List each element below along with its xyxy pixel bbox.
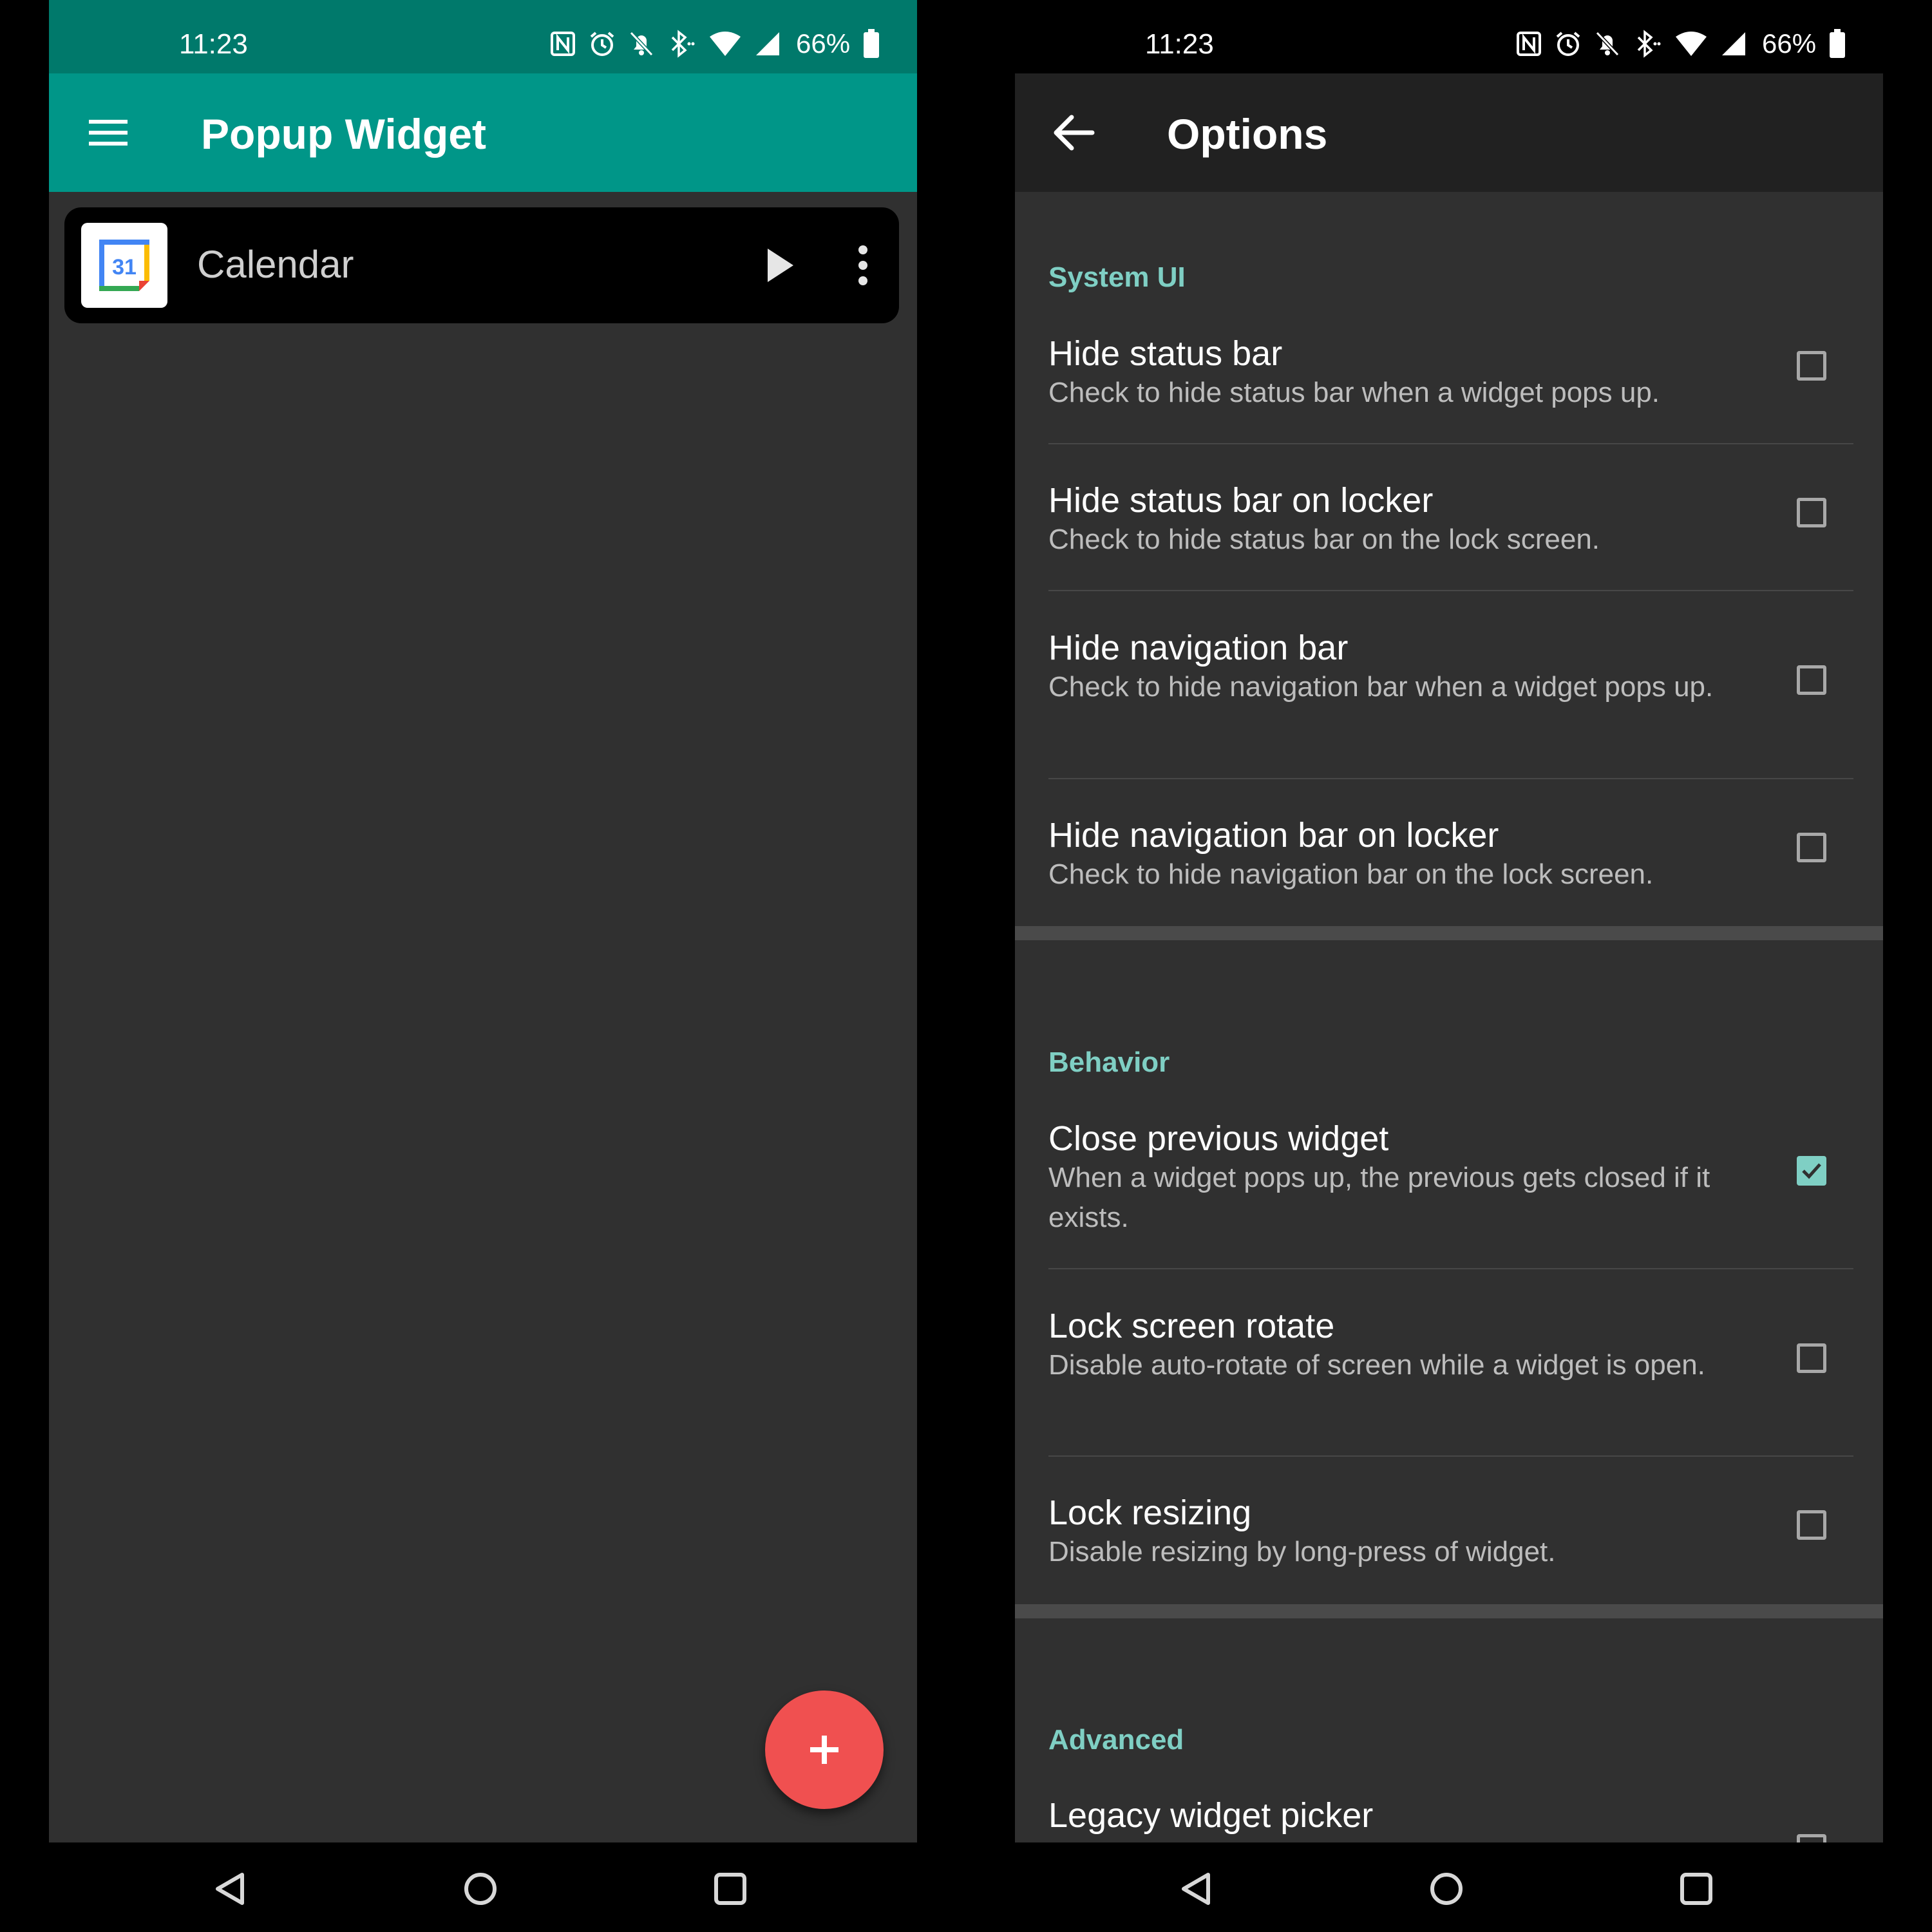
option-title: Hide navigation bar on locker [1048, 816, 1499, 855]
lock-resizing-checkbox[interactable] [1797, 1510, 1826, 1540]
nfc-icon [551, 32, 575, 56]
divider [1048, 778, 1853, 779]
signal-icon [1722, 32, 1745, 55]
nav-home-icon[interactable] [461, 1870, 500, 1908]
nav-recents-icon[interactable] [711, 1870, 750, 1908]
list-item[interactable]: 31 Calendar [64, 207, 899, 323]
divider [1048, 590, 1853, 591]
status-time: 11:23 [1145, 28, 1214, 60]
option-title: Hide status bar on locker [1048, 481, 1434, 520]
option-summary: Check to hide status bar on the lock scr… [1048, 524, 1600, 555]
option-summary: Check to hide status bar when a widget p… [1048, 377, 1660, 408]
calendar-day: 31 [112, 255, 137, 279]
battery-icon [864, 29, 880, 58]
nav-recents-icon[interactable] [1677, 1870, 1716, 1908]
battery-percent: 66% [796, 28, 851, 59]
alarm-icon [1556, 32, 1580, 56]
hide-navigation-bar-checkbox[interactable] [1797, 665, 1826, 695]
popup-widget-screen: 11:23 66% Popup Widget 31 Calendar [49, 0, 917, 1932]
wifi-icon [1676, 32, 1707, 56]
section-divider [1015, 926, 1883, 940]
options-screen: 11:23 66% Options System UI Hide status … [1015, 0, 1883, 1932]
option-summary: When a widget pops up, the previous gets… [1048, 1162, 1710, 1233]
hide-status-bar-on-locker-checkbox[interactable] [1797, 498, 1826, 527]
divider [1048, 1268, 1853, 1269]
close-previous-widget-checkbox[interactable] [1797, 1156, 1826, 1186]
option-summary: Check to hide navigation bar when a widg… [1048, 671, 1714, 703]
option-summary: Disable resizing by long-press of widget… [1048, 1536, 1556, 1567]
app-bar: Popup Widget [49, 73, 917, 192]
navigation-bar [1015, 1842, 1883, 1932]
nav-back-icon[interactable] [1177, 1870, 1216, 1908]
option-summary: Check to hide navigation bar on the lock… [1048, 858, 1654, 890]
section-divider [1015, 1604, 1883, 1618]
section-header-system-ui: System UI [1048, 261, 1186, 293]
more-vert-icon[interactable] [850, 243, 876, 287]
options-list: System UI Hide status bar Check to hide … [1015, 192, 1883, 1842]
status-icons: 66% [1516, 28, 1846, 59]
divider [1048, 1455, 1853, 1457]
alarm-icon [590, 32, 614, 56]
mute-icon [1595, 31, 1620, 57]
option-title: Hide status bar [1048, 334, 1283, 373]
app-bar: Options [1015, 73, 1883, 192]
status-icons: 66% [550, 28, 880, 59]
lock-screen-rotate-checkbox[interactable] [1797, 1343, 1826, 1373]
widget-list: 31 Calendar [49, 192, 917, 1842]
mute-icon [629, 31, 654, 57]
add-widget-button[interactable] [765, 1690, 884, 1809]
option-title: Hide navigation bar [1048, 629, 1349, 667]
arrow-back-icon[interactable] [1048, 107, 1100, 158]
nfc-icon [1517, 32, 1541, 56]
navigation-bar [49, 1842, 917, 1932]
option-title: Close previous widget [1048, 1119, 1389, 1158]
legacy-widget-picker-checkbox[interactable] [1797, 1834, 1826, 1842]
nav-back-icon[interactable] [211, 1870, 250, 1908]
page-title: Options [1167, 110, 1328, 158]
bluetooth-icon [1637, 30, 1661, 58]
option-title: Lock resizing [1048, 1493, 1252, 1532]
hide-status-bar-checkbox[interactable] [1797, 351, 1826, 381]
nav-home-icon[interactable] [1427, 1870, 1466, 1908]
section-header-behavior: Behavior [1048, 1046, 1170, 1078]
page-title: Popup Widget [201, 110, 486, 158]
divider [1048, 443, 1853, 444]
status-time: 11:23 [179, 28, 248, 60]
plus-icon [810, 1736, 838, 1764]
status-bar: 11:23 66% [49, 0, 917, 73]
section-header-advanced: Advanced [1048, 1724, 1184, 1756]
status-bar: 11:23 66% [1015, 0, 1883, 73]
battery-percent: 66% [1762, 28, 1817, 59]
checkmark-icon [1802, 1163, 1821, 1179]
widget-name: Calendar [197, 243, 354, 286]
signal-icon [756, 32, 779, 55]
bluetooth-icon [671, 30, 695, 58]
option-title: Lock screen rotate [1048, 1307, 1335, 1345]
battery-icon [1830, 29, 1846, 58]
hamburger-menu-icon[interactable] [82, 107, 134, 158]
hide-navigation-bar-on-locker-checkbox[interactable] [1797, 833, 1826, 862]
play-icon[interactable] [760, 246, 799, 285]
wifi-icon [710, 32, 741, 56]
calendar-app-icon: 31 [81, 223, 167, 308]
option-title: Legacy widget picker [1048, 1796, 1374, 1835]
option-summary: Disable auto-rotate of screen while a wi… [1048, 1349, 1705, 1381]
